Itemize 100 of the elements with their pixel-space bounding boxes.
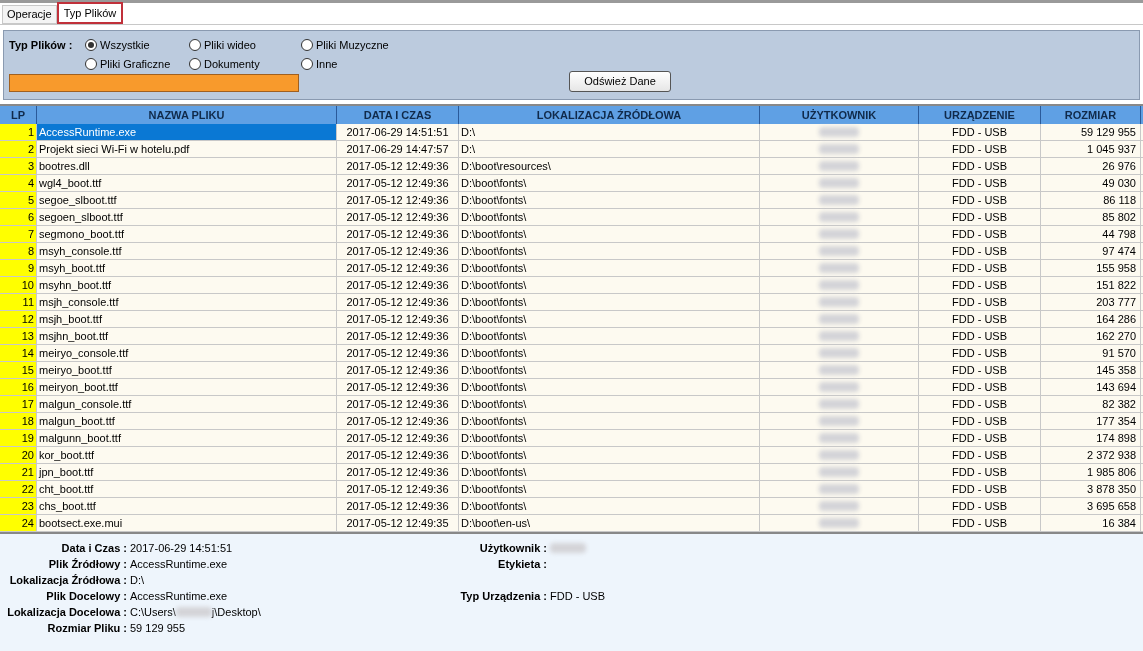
radio-option[interactable]: Dokumenty (189, 55, 301, 72)
table-cell: 85 802 (1041, 209, 1141, 225)
table-cell: FDD - USB (919, 362, 1041, 378)
detail-label: Użytkownik : (479, 541, 547, 554)
blurred-text (819, 433, 859, 443)
radio-option[interactable]: Pliki Graficzne (85, 55, 189, 72)
table-cell: FDD - USB (919, 294, 1041, 310)
table-cell[interactable]: msyhn_boot.ttf (37, 277, 337, 293)
refresh-button[interactable]: Odśwież Dane (569, 70, 671, 92)
table-cell: D:\boot\fonts\ (459, 362, 760, 378)
detail-label: Typ Urządzenia : (460, 589, 547, 602)
table-cell[interactable]: chs_boot.ttf (37, 498, 337, 514)
table-cell: 3 878 350 (1041, 481, 1141, 497)
table-cell: D:\boot\fonts\ (459, 345, 760, 361)
radio-circle[interactable] (85, 39, 97, 52)
table-cell: 49 030 (1041, 175, 1141, 191)
table-cell[interactable]: kor_boot.ttf (37, 447, 337, 463)
radio-option[interactable]: Inne (301, 55, 411, 72)
blurred-text (819, 229, 859, 239)
blurred-text (819, 246, 859, 256)
detail-value: AccessRuntime.exe (130, 556, 228, 572)
row-number: 20 (0, 447, 37, 463)
table-cell: 174 898 (1041, 430, 1141, 446)
table-cell: 145 358 (1041, 362, 1141, 378)
table-cell: 2017-05-12 12:49:35 (337, 515, 459, 531)
table-cell: D:\boot\fonts\ (459, 209, 760, 225)
table-cell: 2017-05-12 12:49:36 (337, 260, 459, 276)
table-cell: D:\boot\en-us\ (459, 515, 760, 531)
blurred-text (819, 450, 859, 460)
table-cell: 1 045 937 (1041, 141, 1141, 157)
table-cell: 2017-05-12 12:49:36 (337, 362, 459, 378)
blurred-text (175, 607, 212, 617)
row-number: 11 (0, 294, 37, 310)
blurred-text (819, 331, 859, 341)
table-cell: 59 129 955 (1041, 124, 1141, 140)
table-cell[interactable]: Projekt sieci Wi-Fi w hotelu.pdf (37, 141, 337, 157)
table-cell[interactable]: meiryo_boot.ttf (37, 362, 337, 378)
detail-value: FDD - USB (550, 588, 605, 604)
table-cell: D:\boot\fonts\ (459, 498, 760, 514)
row-number: 18 (0, 413, 37, 429)
table-cell: FDD - USB (919, 141, 1041, 157)
table-cell: FDD - USB (919, 396, 1041, 412)
table-cell[interactable]: cht_boot.ttf (37, 481, 337, 497)
table-cell: 2017-06-29 14:51:51 (337, 124, 459, 140)
detail-label: Data i Czas : (61, 541, 127, 554)
table-cell: FDD - USB (919, 243, 1041, 259)
tab[interactable]: Typ Plików (56, 2, 124, 24)
table-cell: D:\boot\fonts\ (459, 260, 760, 276)
row-number: 23 (0, 498, 37, 514)
table-cell: 162 270 (1041, 328, 1141, 344)
table-cell: 2017-05-12 12:49:36 (337, 379, 459, 395)
table-cell[interactable]: msjh_console.ttf (37, 294, 337, 310)
blurred-text (819, 263, 859, 273)
row-number: 19 (0, 430, 37, 446)
radio-option[interactable]: Pliki Muzyczne (301, 37, 411, 54)
table-cell[interactable]: bootres.dll (37, 158, 337, 174)
table-cell: 2017-05-12 12:49:36 (337, 311, 459, 327)
table-cell[interactable]: segmono_boot.ttf (37, 226, 337, 242)
table-cell: FDD - USB (919, 464, 1041, 480)
detail-value: C:\Users\ (130, 604, 176, 620)
table-cell: D:\ (459, 141, 760, 157)
table-cell[interactable]: bootsect.exe.mui (37, 515, 337, 531)
blurred-text (819, 297, 859, 307)
table-cell: FDD - USB (919, 158, 1041, 174)
table-cell: 91 570 (1041, 345, 1141, 361)
table-cell[interactable]: AccessRuntime.exe (37, 124, 337, 140)
row-number: 24 (0, 515, 37, 531)
blurred-text (819, 178, 859, 188)
table-cell[interactable]: meiryon_boot.ttf (37, 379, 337, 395)
tab[interactable]: Operacje (2, 5, 57, 24)
table-cell: 2017-05-12 12:49:36 (337, 277, 459, 293)
table-cell: 2 372 938 (1041, 447, 1141, 463)
table-cell[interactable]: msjhn_boot.ttf (37, 328, 337, 344)
table-cell[interactable]: msyh_console.ttf (37, 243, 337, 259)
table-cell[interactable]: segoe_slboot.ttf (37, 192, 337, 208)
radio-option[interactable]: Wszystkie (85, 37, 189, 54)
table-cell: FDD - USB (919, 430, 1041, 446)
row-number: 7 (0, 226, 37, 242)
table-cell[interactable]: msyh_boot.ttf (37, 260, 337, 276)
table-cell: 2017-05-12 12:49:36 (337, 413, 459, 429)
radio-option[interactable]: Pliki wideo (189, 37, 301, 54)
table-cell: 143 694 (1041, 379, 1141, 395)
table-cell: 2017-05-12 12:49:36 (337, 175, 459, 191)
table-cell[interactable]: malgunn_boot.ttf (37, 430, 337, 446)
row-number: 14 (0, 345, 37, 361)
row-number: 12 (0, 311, 37, 327)
table-cell: D:\boot\fonts\ (459, 464, 760, 480)
table-cell[interactable]: wgl4_boot.ttf (37, 175, 337, 191)
table-cell: 164 286 (1041, 311, 1141, 327)
table-cell[interactable]: msjh_boot.ttf (37, 311, 337, 327)
table-cell[interactable]: jpn_boot.ttf (37, 464, 337, 480)
table-cell: D:\ (459, 124, 760, 140)
table-cell[interactable]: segoen_slboot.ttf (37, 209, 337, 225)
table-cell[interactable]: malgun_boot.ttf (37, 413, 337, 429)
table-cell: D:\boot\fonts\ (459, 294, 760, 310)
table-cell[interactable]: meiryo_console.ttf (37, 345, 337, 361)
table-cell[interactable]: malgun_console.ttf (37, 396, 337, 412)
blurred-text (819, 127, 859, 137)
table-cell: 2017-05-12 12:49:36 (337, 158, 459, 174)
blurred-text (819, 382, 859, 392)
